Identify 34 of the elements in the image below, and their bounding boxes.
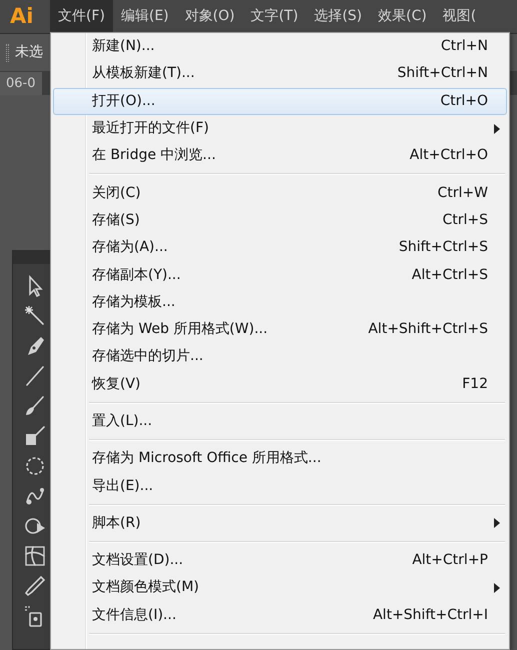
menu-item[interactable]: 脚本(R)	[53, 510, 507, 538]
eyedropper-icon[interactable]	[23, 574, 47, 598]
eraser-icon[interactable]	[23, 424, 47, 448]
control-bar-text: 未选	[15, 43, 43, 62]
menu-item[interactable]: 存储为 Microsoft Office 所用格式...	[53, 445, 507, 472]
menu-item[interactable]: 关闭(C) Ctrl+W	[53, 179, 507, 207]
menu-bar-item[interactable]: 选择(S)	[306, 0, 370, 33]
menu-item[interactable]: 存储(S) Ctrl+S	[53, 206, 507, 234]
line-icon[interactable]	[23, 364, 47, 388]
document-tab[interactable]: 06-0	[0, 72, 42, 95]
menu-item[interactable]: 新建(N)... Ctrl+N	[53, 33, 507, 60]
menu-item[interactable]: 存储为 Web 所用格式(W)... Alt+Shift+Ctrl+S	[53, 316, 507, 344]
menu-item[interactable]: 文件信息(I)... Alt+Shift+Ctrl+I	[53, 602, 507, 629]
menu-item[interactable]: 存储为模板...	[53, 288, 507, 316]
menu-item[interactable]: 恢复(V) F12	[53, 370, 507, 398]
menu-bar-item[interactable]: 文字(T)	[242, 0, 306, 33]
menu-bar-item[interactable]: 效果(C)	[370, 0, 435, 33]
menu-item[interactable]: 存储为(A)... Shift+Ctrl+S	[53, 234, 507, 262]
menu-item[interactable]: 最近打开的文件(F)	[53, 114, 507, 142]
menu-item[interactable]: 存储选中的切片...	[53, 343, 507, 371]
menu-item[interactable]: 打开(O)... Ctrl+O	[53, 88, 507, 115]
menu-item[interactable]: 文档设置(D)... Alt+Ctrl+P	[53, 547, 507, 574]
menu-item[interactable]: 在 Bridge 中浏览... Alt+Ctrl+O	[53, 142, 507, 170]
menu-bar-item[interactable]: 对象(O)	[176, 0, 243, 33]
mesh-icon[interactable]	[23, 544, 47, 568]
menu-item[interactable]: 导出(E)...	[53, 472, 507, 500]
menu-bar-item[interactable]: 编辑(E)	[112, 0, 177, 33]
menu-item[interactable]: 存储副本(Y)... Alt+Ctrl+S	[53, 261, 507, 289]
menu-item[interactable]: 置入(L)...	[53, 408, 507, 436]
app-logo: Ai	[10, 6, 34, 27]
menu-bar-item[interactable]: 文件(F)	[50, 0, 113, 33]
menu-item[interactable]: 文档颜色模式(M)	[53, 574, 507, 602]
menu-bar-item[interactable]: 视图(	[434, 0, 484, 33]
menu-item[interactable]: 从模板新建(T)... Shift+Ctrl+N	[53, 60, 507, 88]
